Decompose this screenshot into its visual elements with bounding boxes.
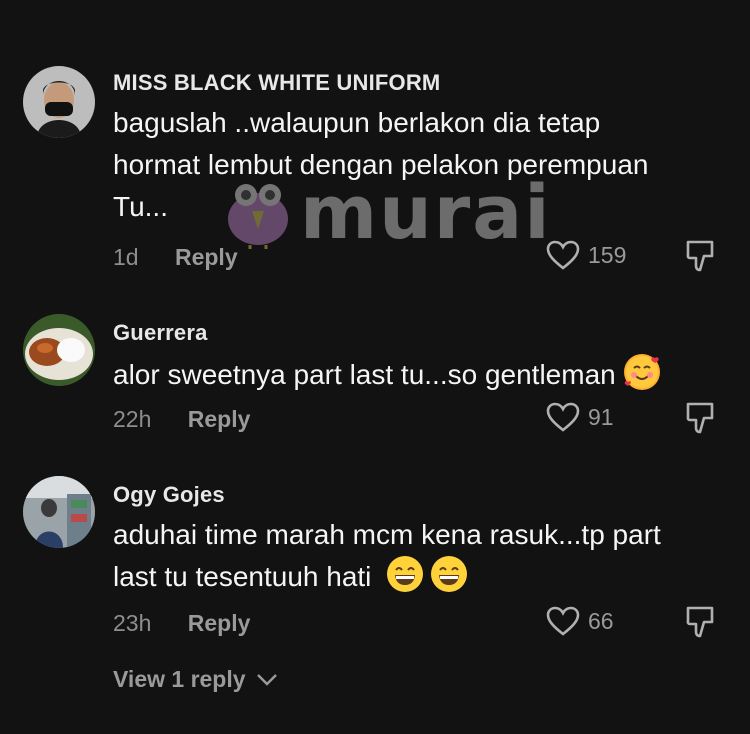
- comment-text: baguslah ..walaupun berlakon dia tetap h…: [113, 102, 733, 228]
- comment-text: aduhai time marah mcm kena rasuk...tp pa…: [113, 514, 733, 598]
- heart-icon: [546, 402, 580, 432]
- comment-text-line: aduhai time marah mcm kena rasuk...tp pa…: [113, 519, 661, 550]
- grinning-face-icon: [430, 556, 467, 592]
- like-count: 66: [588, 607, 614, 634]
- comment-meta: 22h Reply: [113, 406, 250, 433]
- comment-username[interactable]: MISS BLACK WHITE UNIFORM: [113, 70, 440, 96]
- heart-icon: [546, 606, 580, 636]
- comment-timestamp: 22h: [113, 406, 152, 432]
- avatar[interactable]: [23, 314, 95, 386]
- smiling-face-with-hearts-icon: [623, 354, 660, 390]
- comment-timestamp: 1d: [113, 244, 139, 270]
- thumbs-down-icon: [686, 606, 714, 638]
- comment-text-line: baguslah ..walaupun berlakon dia tetap: [113, 107, 601, 138]
- reply-button[interactable]: Reply: [188, 610, 251, 636]
- like-count: 91: [588, 403, 614, 430]
- avatar[interactable]: [23, 66, 95, 138]
- comment-text-segment: last tu tesentuuh hati: [113, 561, 372, 592]
- comment-username[interactable]: Guerrera: [113, 320, 208, 346]
- comment-timestamp: 23h: [113, 610, 152, 636]
- comment-meta: 1d Reply: [113, 244, 238, 271]
- comment-text-line: last tu tesentuuh hati: [113, 556, 733, 598]
- comment-text-body: alor sweetnya part last tu...so gentlema…: [113, 359, 616, 390]
- like-count: 159: [588, 241, 627, 268]
- dislike-button[interactable]: [684, 400, 720, 441]
- reply-button[interactable]: Reply: [175, 244, 238, 270]
- grinning-face-icon: [387, 556, 424, 592]
- like-button[interactable]: 159: [546, 240, 626, 270]
- reply-button[interactable]: Reply: [188, 406, 251, 432]
- dislike-button[interactable]: [684, 238, 720, 279]
- comment-text: alor sweetnya part last tu...so gentlema…: [113, 354, 733, 396]
- like-button[interactable]: 91: [546, 402, 614, 432]
- view-replies-button[interactable]: View 1 reply: [113, 666, 278, 693]
- thumbs-down-icon: [686, 240, 714, 272]
- comment-meta: 23h Reply: [113, 610, 250, 637]
- comment-text-line: Tu...: [113, 191, 168, 222]
- comment-text-line: hormat lembut dengan pelakon perempuan: [113, 149, 649, 180]
- thumbs-down-icon: [686, 402, 714, 434]
- avatar[interactable]: [23, 476, 95, 548]
- dislike-button[interactable]: [684, 604, 720, 645]
- comment-username[interactable]: Ogy Gojes: [113, 482, 225, 508]
- chevron-down-icon: [257, 674, 277, 686]
- heart-icon: [546, 240, 580, 270]
- like-button[interactable]: 66: [546, 606, 614, 636]
- view-replies-label: View 1 reply: [113, 666, 246, 692]
